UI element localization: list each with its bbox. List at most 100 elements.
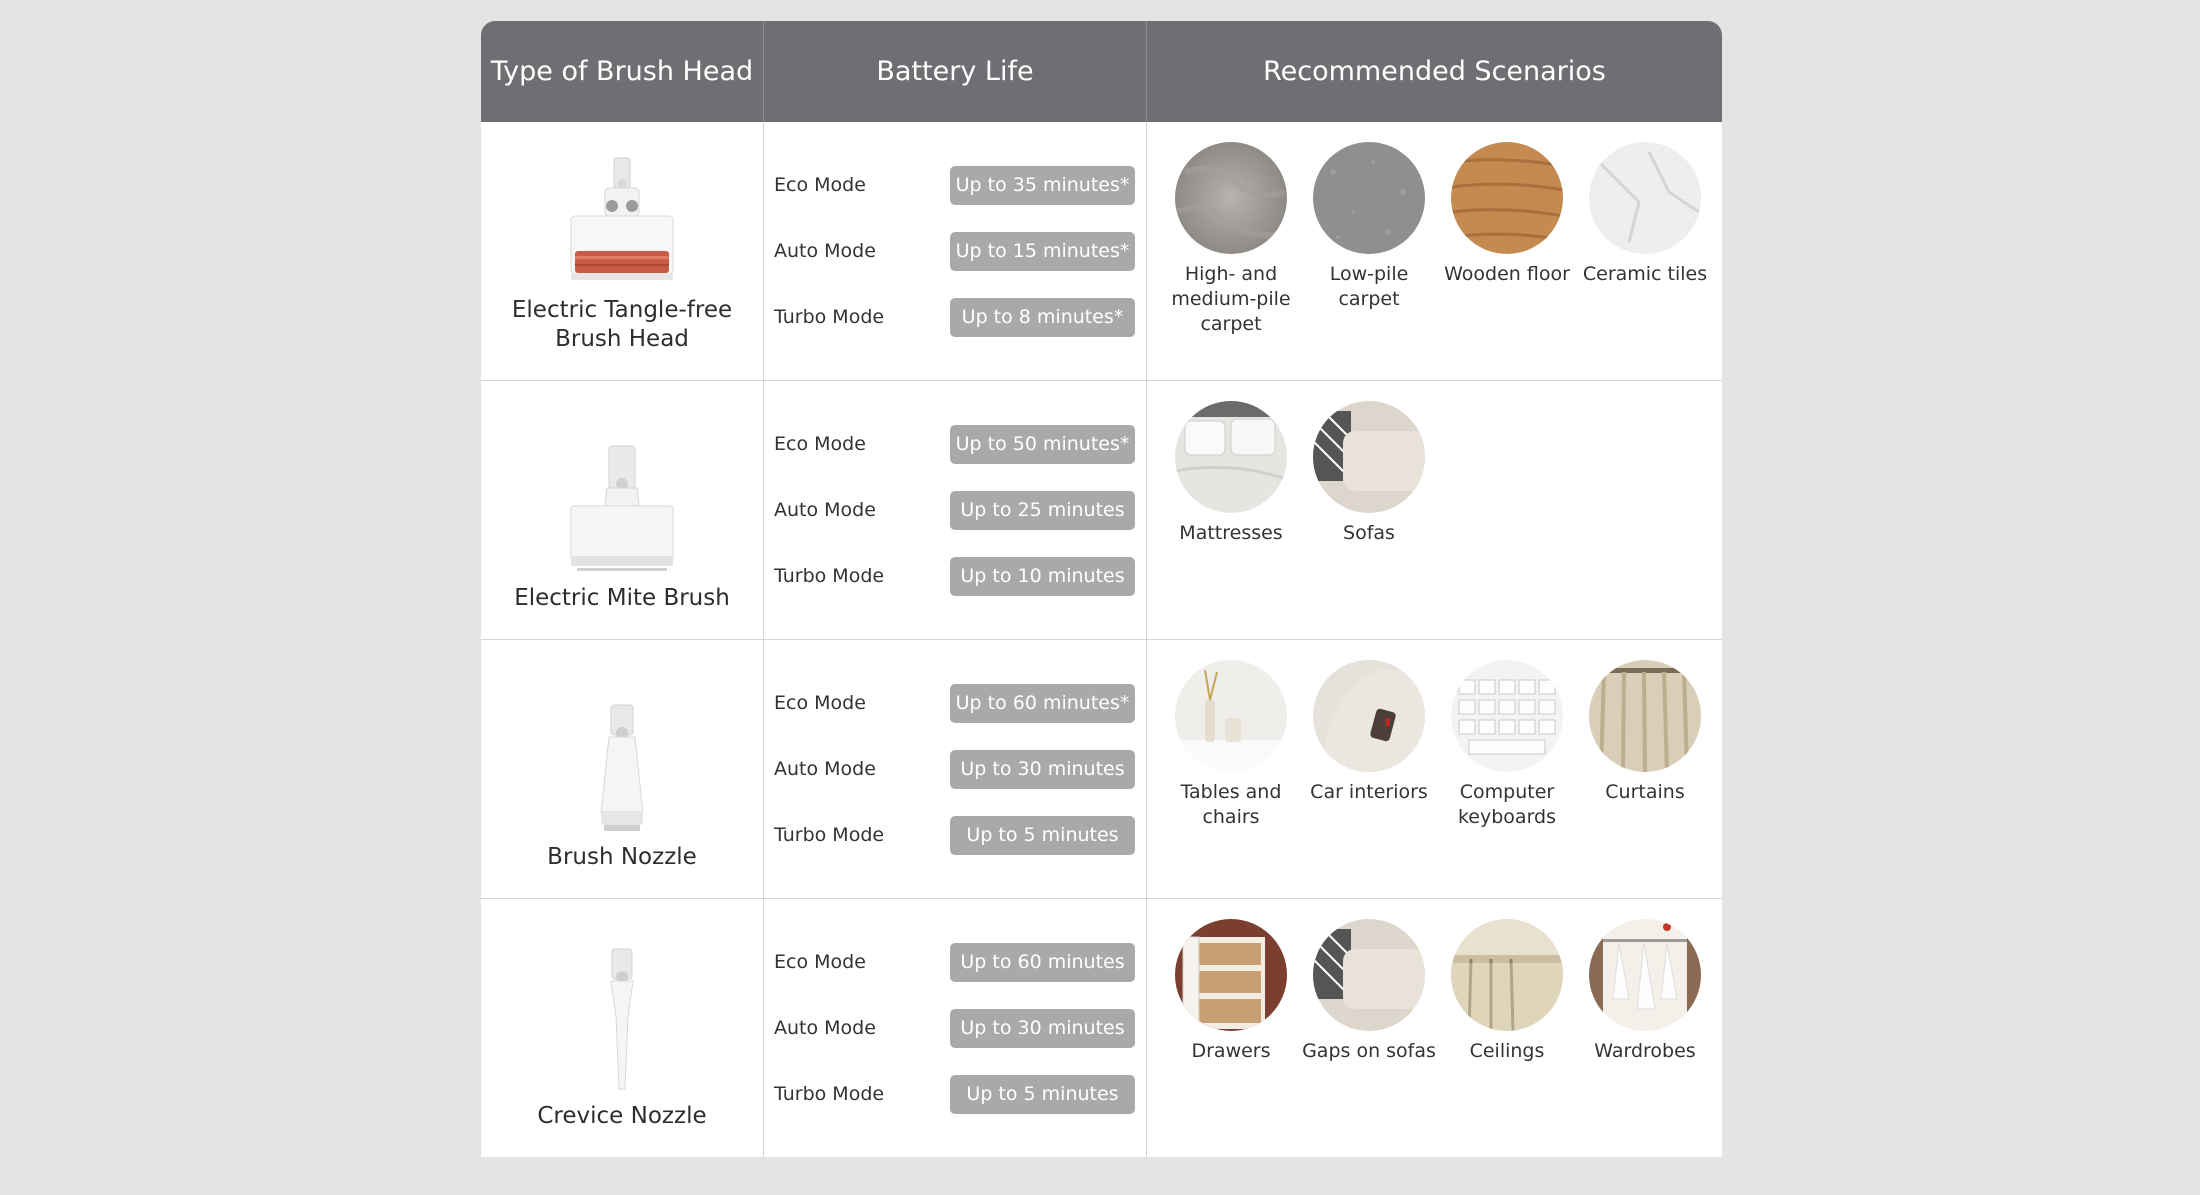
scenario-label: Gaps on sofas xyxy=(1302,1040,1436,1062)
brush-head-cell: Electric Tangle-free Brush Head xyxy=(481,122,764,380)
battery-time-badge: Up to 30 minutes xyxy=(950,749,1135,789)
mode-label: Eco Mode xyxy=(774,692,866,714)
brush-head-name: Electric Tangle-free Brush Head xyxy=(511,297,733,352)
scenario-image xyxy=(1451,660,1563,772)
battery-time-badge: Up to 35 minutes* xyxy=(950,165,1135,205)
scenario-item: Ceramic tiles xyxy=(1576,142,1714,337)
scenario-item: Ceilings xyxy=(1438,919,1576,1064)
battery-life-cell: Eco Mode Up to 60 minutes Auto Mode Up t… xyxy=(764,899,1147,1157)
table-row: Brush Nozzle Eco Mode Up to 60 minutes* … xyxy=(481,639,1722,898)
battery-time-badge: Up to 5 minutes xyxy=(950,1074,1135,1114)
scenario-label: Ceilings xyxy=(1469,1040,1545,1062)
brush-nozzle-icon xyxy=(587,693,657,833)
scenario-image xyxy=(1175,401,1287,513)
scenario-label: Curtains xyxy=(1605,781,1685,803)
scenario-item: Drawers xyxy=(1162,919,1300,1064)
battery-life-cell: Eco Mode Up to 60 minutes* Auto Mode Up … xyxy=(764,640,1147,898)
mode-row: Auto Mode Up to 15 minutes* xyxy=(774,231,1135,271)
scenario-image xyxy=(1589,660,1701,772)
mode-label: Turbo Mode xyxy=(774,565,885,587)
scenario-image xyxy=(1313,660,1425,772)
scenario-item: Sofas xyxy=(1300,401,1438,546)
mode-row: Eco Mode Up to 35 minutes* xyxy=(774,165,1135,205)
table-body: Electric Tangle-free Brush Head Eco Mode… xyxy=(481,122,1722,1157)
mode-label: Eco Mode xyxy=(774,433,866,455)
scenarios-cell: High- and medium-pile carpet Low-pile ca… xyxy=(1147,122,1722,380)
mode-label: Turbo Mode xyxy=(774,824,885,846)
battery-time-badge: Up to 25 minutes xyxy=(950,490,1135,530)
scenarios-cell: Mattresses Sofas xyxy=(1147,381,1722,639)
brush-head-name: Electric Mite Brush xyxy=(514,585,730,611)
mode-label: Auto Mode xyxy=(774,1017,876,1039)
battery-time-badge: Up to 30 minutes xyxy=(950,1008,1135,1048)
scenario-item: High- and medium-pile carpet xyxy=(1162,142,1300,337)
scenario-item: Wardrobes xyxy=(1576,919,1714,1064)
brush-head-cell: Electric Mite Brush xyxy=(481,381,764,639)
scenario-item: Low-pile carpet xyxy=(1300,142,1438,337)
scenario-label: Sofas xyxy=(1343,522,1395,544)
battery-time-badge: Up to 5 minutes xyxy=(950,815,1135,855)
header-brush-head: Type of Brush Head xyxy=(481,21,764,122)
scenarios-cell: Tables and chairs Car interiors Computer… xyxy=(1147,640,1722,898)
brush-head-cell: Crevice Nozzle xyxy=(481,899,764,1157)
scenario-image xyxy=(1589,142,1701,254)
mode-row: Eco Mode Up to 60 minutes* xyxy=(774,683,1135,723)
scenario-label: High- and medium-pile carpet xyxy=(1171,263,1291,335)
mode-row: Auto Mode Up to 30 minutes xyxy=(774,749,1135,789)
tangle-free-brush-head-icon xyxy=(567,146,677,286)
brush-head-cell: Brush Nozzle xyxy=(481,640,764,898)
battery-time-badge: Up to 60 minutes xyxy=(950,942,1135,982)
battery-time-badge: Up to 8 minutes* xyxy=(950,297,1135,337)
scenario-image xyxy=(1451,142,1563,254)
mode-label: Turbo Mode xyxy=(774,306,885,328)
header-scenarios: Recommended Scenarios xyxy=(1263,56,1606,87)
scenario-image xyxy=(1451,919,1563,1031)
scenario-label: Car interiors xyxy=(1310,781,1428,803)
scenario-label: Low-pile carpet xyxy=(1329,263,1409,310)
scenario-label: Ceramic tiles xyxy=(1582,263,1708,285)
header-battery-life: Battery Life xyxy=(764,21,1147,122)
mode-row: Auto Mode Up to 30 minutes xyxy=(774,1008,1135,1048)
scenario-item: Wooden floor xyxy=(1438,142,1576,337)
mode-row: Turbo Mode Up to 10 minutes xyxy=(774,556,1135,596)
scenario-label: Drawers xyxy=(1191,1040,1271,1062)
scenario-image xyxy=(1589,919,1701,1031)
comparison-table: Type of Brush Head Battery Life Recommen… xyxy=(481,21,1722,1157)
mode-row: Turbo Mode Up to 8 minutes* xyxy=(774,297,1135,337)
scenario-item: Curtains xyxy=(1576,660,1714,830)
scenario-image xyxy=(1313,919,1425,1031)
battery-life-cell: Eco Mode Up to 35 minutes* Auto Mode Up … xyxy=(764,122,1147,380)
scenario-item: Mattresses xyxy=(1162,401,1300,546)
mode-label: Eco Mode xyxy=(774,174,866,196)
battery-time-badge: Up to 60 minutes* xyxy=(950,683,1135,723)
table-row: Electric Mite Brush Eco Mode Up to 50 mi… xyxy=(481,380,1722,639)
mode-row: Eco Mode Up to 50 minutes* xyxy=(774,424,1135,464)
mode-row: Auto Mode Up to 25 minutes xyxy=(774,490,1135,530)
mode-row: Turbo Mode Up to 5 minutes xyxy=(774,815,1135,855)
battery-time-badge: Up to 50 minutes* xyxy=(950,424,1135,464)
battery-life-cell: Eco Mode Up to 50 minutes* Auto Mode Up … xyxy=(764,381,1147,639)
table-row: Electric Tangle-free Brush Head Eco Mode… xyxy=(481,122,1722,380)
mode-label: Auto Mode xyxy=(774,240,876,262)
scenario-label: Computer keyboards xyxy=(1457,781,1557,828)
table-header: Type of Brush Head Battery Life Recommen… xyxy=(481,21,1722,122)
scenarios-cell: Drawers Gaps on sofas Ceilings Wardrobes xyxy=(1147,899,1722,1157)
scenario-image xyxy=(1175,919,1287,1031)
mode-label: Eco Mode xyxy=(774,951,866,973)
mode-label: Turbo Mode xyxy=(774,1083,885,1105)
scenario-item: Gaps on sofas xyxy=(1300,919,1438,1064)
scenario-item: Computer keyboards xyxy=(1438,660,1576,830)
scenario-label: Wooden floor xyxy=(1444,263,1570,285)
mode-row: Turbo Mode Up to 5 minutes xyxy=(774,1074,1135,1114)
mite-brush-icon xyxy=(567,434,677,574)
scenario-image xyxy=(1313,401,1425,513)
mode-label: Auto Mode xyxy=(774,499,876,521)
scenario-image xyxy=(1175,142,1287,254)
scenario-item: Tables and chairs xyxy=(1162,660,1300,830)
scenario-label: Mattresses xyxy=(1179,522,1283,544)
scenario-item: Car interiors xyxy=(1300,660,1438,830)
mode-label: Auto Mode xyxy=(774,758,876,780)
table-row: Crevice Nozzle Eco Mode Up to 60 minutes… xyxy=(481,898,1722,1157)
brush-head-name: Crevice Nozzle xyxy=(537,1103,707,1129)
crevice-nozzle-icon xyxy=(597,948,647,1092)
